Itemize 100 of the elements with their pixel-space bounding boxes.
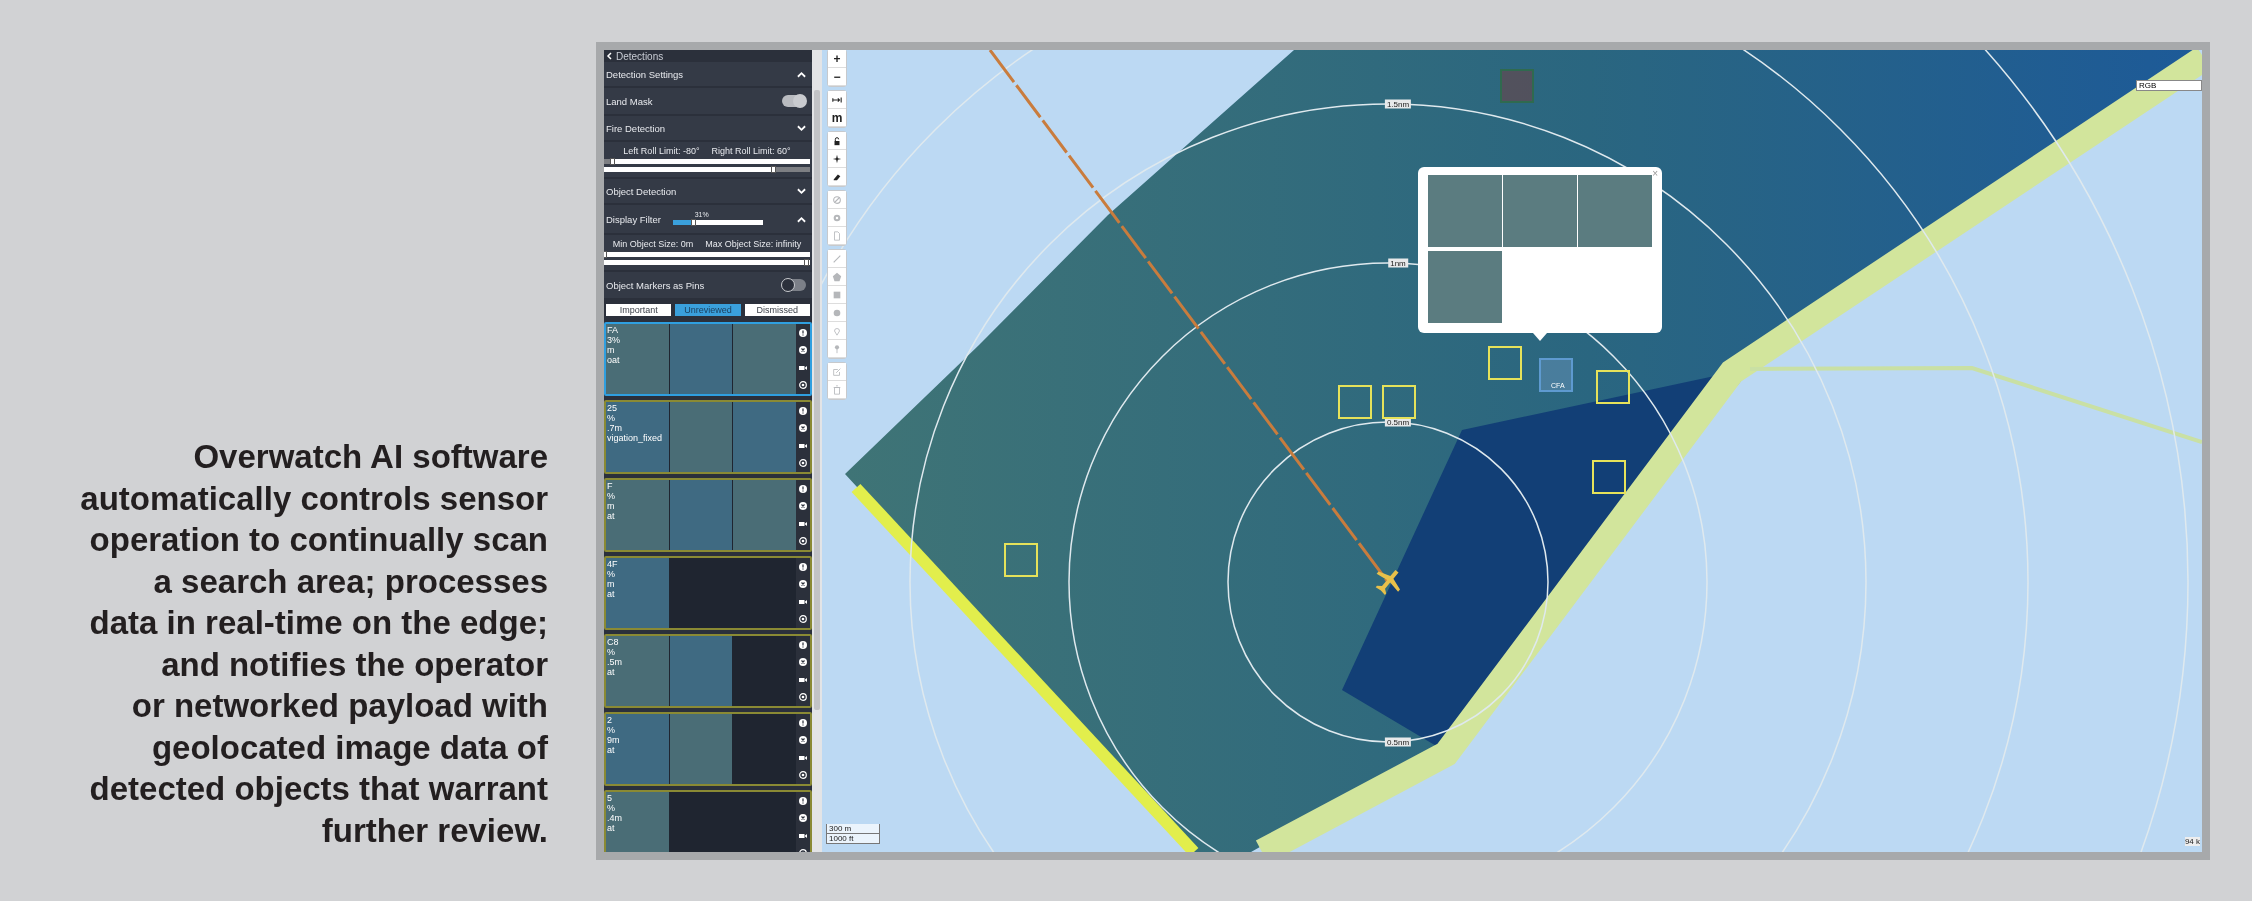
alert-icon[interactable] <box>799 718 807 727</box>
detection-label: % <box>607 413 616 423</box>
filter-tab[interactable]: Dismissed <box>744 304 810 316</box>
camera-icon[interactable] <box>799 675 807 684</box>
filter-tab[interactable]: Unreviewed <box>675 304 741 316</box>
detection-label: at <box>607 511 615 521</box>
range-label: 1nm <box>1388 258 1408 268</box>
line-icon <box>832 253 842 264</box>
description-paragraph: Overwatch AI software automatically controls sensor operation to continually scan a search area; processes data in real-time on the edge; and notifies the operator or networked payload with geolocated image data of detected objects that warrant further review. <box>80 437 548 851</box>
camera-icon[interactable] <box>799 753 807 762</box>
alert-icon[interactable] <box>799 562 807 571</box>
detection-card[interactable]: C8 % .5m at <box>604 634 812 708</box>
lock-icon <box>832 135 842 146</box>
square-icon <box>832 289 842 300</box>
range-label: 0.5nm <box>1384 737 1412 747</box>
detection-label: at <box>607 589 616 599</box>
slider-track[interactable] <box>604 167 810 172</box>
photo-placeholder <box>606 558 669 628</box>
map-tool-button[interactable] <box>828 91 846 109</box>
slider-thumb[interactable] <box>610 158 616 165</box>
detection-label: % <box>607 647 616 657</box>
slider-caption: Right Roll Limit: 60° <box>711 146 791 156</box>
target-icon[interactable] <box>799 381 807 390</box>
close-icon[interactable] <box>799 580 807 589</box>
section-header[interactable]: Detection Settings <box>604 62 812 86</box>
detection-label: .5m <box>607 657 622 667</box>
range-label: 0.5nm <box>1384 417 1412 427</box>
slider-caption: Left Roll Limit: -80° <box>623 146 700 156</box>
alert-icon[interactable] <box>799 484 807 493</box>
detection-label: at <box>607 823 616 833</box>
camera-icon[interactable] <box>799 597 807 606</box>
detection-label: m <box>607 501 615 511</box>
close-icon[interactable] <box>799 346 807 355</box>
photo-placeholder <box>733 402 796 472</box>
status-text: 94 k <box>2184 837 2200 846</box>
detection-label: F <box>607 481 614 491</box>
detection-label: % <box>607 491 615 501</box>
pin-icon <box>832 343 842 354</box>
alert-icon[interactable] <box>799 328 807 337</box>
detection-label: 4F <box>607 559 618 569</box>
close-icon[interactable] <box>799 502 807 511</box>
detection-label: C8 <box>607 637 620 647</box>
close-icon[interactable] <box>799 658 807 667</box>
map-tool-button[interactable]: + <box>828 50 846 68</box>
target-icon[interactable] <box>799 459 807 468</box>
toggle-switch[interactable] <box>782 279 806 291</box>
slider-thumb[interactable] <box>690 218 696 226</box>
section-header[interactable]: Fire Detection <box>604 116 812 140</box>
detection-label: % <box>607 803 616 813</box>
map-tool-button[interactable] <box>828 132 846 150</box>
slider-caption: Min Object Size: 0m <box>612 239 694 249</box>
camera-icon[interactable] <box>799 519 807 528</box>
detection-card[interactable]: FA 3% m oat <box>604 322 812 396</box>
target-icon[interactable] <box>799 615 807 624</box>
photo-placeholder <box>669 324 733 394</box>
detection-label: at <box>607 745 616 755</box>
alert-icon[interactable] <box>799 796 807 805</box>
section-title: Fire Detection <box>606 122 666 134</box>
detection-marker[interactable] <box>1500 69 1534 103</box>
scrollbar[interactable] <box>812 50 822 852</box>
slider-thumb[interactable] <box>803 259 809 266</box>
detection-card[interactable]: 25 % .7m vigation_fixed <box>604 400 812 474</box>
close-icon[interactable] <box>799 814 807 823</box>
detection-label: m <box>607 345 616 355</box>
trash-icon <box>832 384 842 395</box>
settings-icon <box>832 212 842 223</box>
camera-icon[interactable] <box>799 441 807 450</box>
slider-track[interactable] <box>604 260 810 265</box>
layer-field[interactable]: RGB <box>2136 80 2202 91</box>
detection-label: % <box>607 725 616 735</box>
photo-placeholder <box>733 480 796 550</box>
target-icon[interactable] <box>799 771 807 780</box>
slider-thumb[interactable] <box>770 166 776 173</box>
range-label: 1.5nm <box>1384 99 1412 109</box>
detection-card[interactable]: 2 % 9m at <box>604 712 812 786</box>
camera-icon[interactable] <box>799 831 807 840</box>
target-icon[interactable] <box>799 537 807 546</box>
pentagon-icon <box>832 271 842 282</box>
photo-placeholder <box>669 480 733 550</box>
slider-track[interactable] <box>604 159 810 164</box>
popup-pointer <box>1533 333 1547 341</box>
close-icon[interactable] <box>799 424 807 433</box>
alert-icon[interactable] <box>799 406 807 415</box>
toggle-switch[interactable] <box>782 95 806 107</box>
photo-placeholder <box>606 636 669 706</box>
scale-bar: 1000 ft <box>826 834 880 844</box>
detection-card[interactable]: F % m at <box>604 478 812 552</box>
close-icon[interactable] <box>799 736 807 745</box>
target-icon[interactable] <box>799 693 807 702</box>
detection-label: 5 <box>607 793 613 803</box>
slider-track[interactable] <box>604 252 810 257</box>
filter-tab[interactable]: Important <box>606 304 672 316</box>
camera-icon[interactable] <box>799 363 807 372</box>
toggle-label: Land Mask <box>606 95 653 107</box>
detection-card[interactable]: 4F % m at <box>604 556 812 630</box>
alert-icon[interactable] <box>799 640 807 649</box>
section-header[interactable]: Object Detection <box>604 179 812 203</box>
detection-label: vigation_fixed <box>607 433 663 443</box>
back-icon[interactable] <box>606 52 612 60</box>
detection-card[interactable]: 5 % .4m at <box>604 790 812 852</box>
